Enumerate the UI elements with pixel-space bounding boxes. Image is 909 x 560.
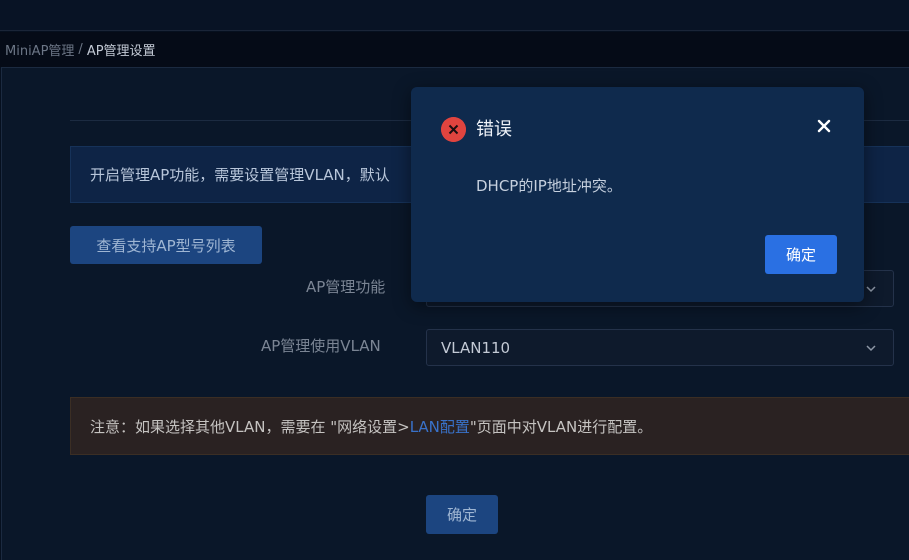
confirm-button[interactable]: 确定 [426, 495, 498, 534]
chevron-down-icon [866, 286, 876, 293]
lan-config-link[interactable]: LAN配置 [410, 416, 470, 437]
warning-text-suffix: "页面中对VLAN进行配置。 [469, 417, 653, 436]
dialog-ok-button[interactable]: 确定 [765, 235, 837, 274]
ap-vlan-value: VLAN110 [441, 338, 511, 357]
dialog-title: 错误 [476, 119, 512, 140]
ap-vlan-label: AP管理使用VLAN [261, 337, 381, 355]
error-dialog: 错误 DHCP的IP地址冲突。 确定 [411, 87, 864, 302]
top-bar [0, 0, 909, 31]
breadcrumb-root[interactable]: MiniAP管理 [5, 40, 74, 59]
ap-vlan-select[interactable]: VLAN110 [426, 329, 894, 366]
view-supported-models-button[interactable]: 查看支持AP型号列表 [70, 226, 262, 264]
warning-banner: 注意：如果选择其他VLAN，需要在 "网络设置> LAN配置 "页面中对VLAN进行… [70, 397, 909, 455]
info-banner-text: 开启管理AP功能，需要设置管理VLAN，默认 [90, 166, 390, 184]
breadcrumb: MiniAP管理 / AP管理设置 [0, 32, 909, 67]
chevron-down-icon [866, 345, 876, 352]
dialog-message: DHCP的IP地址冲突。 [476, 177, 622, 195]
close-icon[interactable] [814, 116, 834, 136]
breadcrumb-current: AP管理设置 [86, 44, 156, 59]
error-icon [441, 117, 466, 142]
breadcrumb-separator: / [78, 42, 83, 57]
ap-function-label: AP管理功能 [306, 278, 386, 296]
warning-text-prefix: 注意：如果选择其他VLAN，需要在 "网络设置> [90, 417, 410, 436]
